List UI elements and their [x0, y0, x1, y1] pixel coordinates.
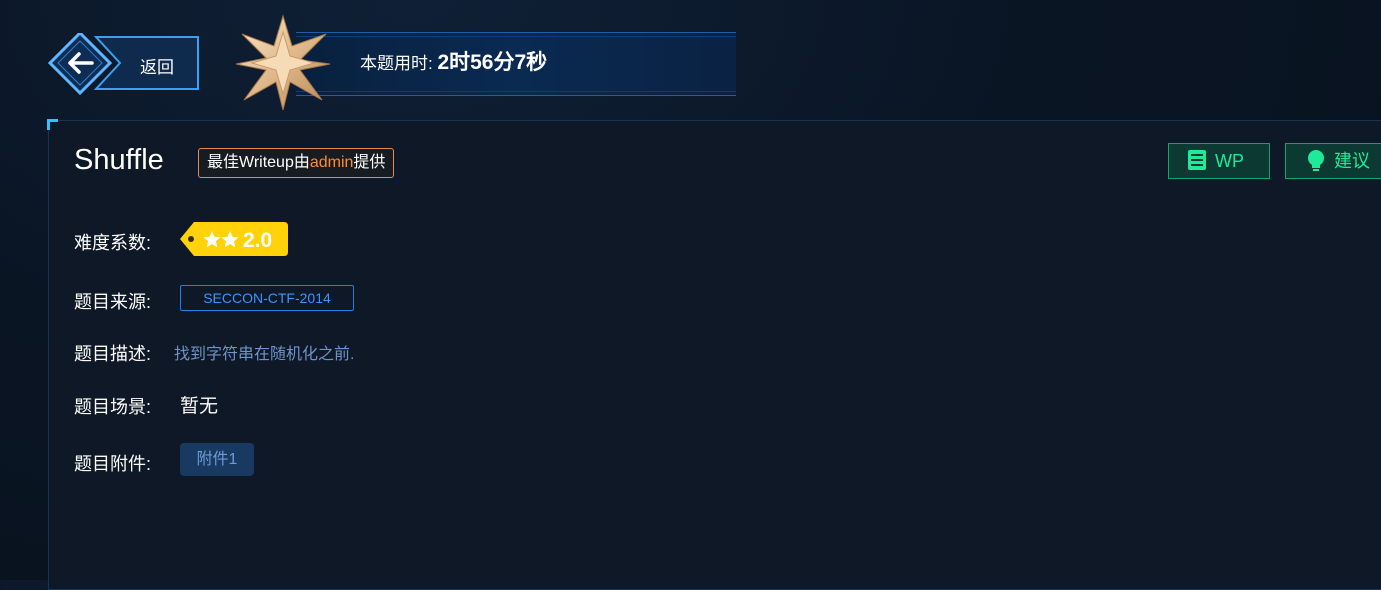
difficulty-label: 难度系数: [74, 233, 152, 253]
timer-text: 本题用时: 2时56分7秒 [360, 46, 547, 76]
wp-button[interactable]: WP [1168, 143, 1270, 179]
challenge-title: Shuffle [74, 144, 164, 176]
writeup-prefix: 最佳Writeup由 [207, 154, 310, 171]
best-writeup-badge: 最佳Writeup由admin提供 [198, 148, 395, 178]
scene-value: 暂无 [180, 396, 219, 417]
medal-star-icon [235, 14, 331, 111]
lightbulb-icon [1308, 150, 1324, 172]
source-tag[interactable]: SECCON-CTF-2014 [180, 285, 354, 311]
back-button-label[interactable]: 返回 [140, 53, 174, 78]
back-button[interactable] [47, 30, 200, 96]
description-text: 找到字符串在随机化之前. [174, 346, 355, 363]
source-label: 题目来源: [74, 292, 152, 312]
timer-label: 本题用时: [360, 54, 438, 73]
writeup-author[interactable]: admin [310, 154, 354, 171]
suggest-button-label: 建议 [1334, 151, 1370, 171]
writeup-suffix: 提供 [353, 154, 386, 171]
difficulty-tag: 2.0 [180, 222, 288, 256]
back-arrow-icon [47, 30, 199, 96]
description-label: 题目描述: [74, 344, 152, 364]
panel-corner-accent [47, 119, 58, 130]
document-icon [1188, 150, 1206, 171]
attachment-button[interactable]: 附件1 [180, 443, 254, 476]
wp-button-label: WP [1215, 151, 1244, 171]
attachment-label: 题目附件: [74, 454, 152, 474]
suggest-button[interactable]: 建议 [1285, 143, 1381, 179]
difficulty-value: 2.0 [243, 229, 272, 252]
scene-label: 题目场景: [74, 397, 152, 417]
timer-value: 2时56分7秒 [437, 51, 548, 74]
